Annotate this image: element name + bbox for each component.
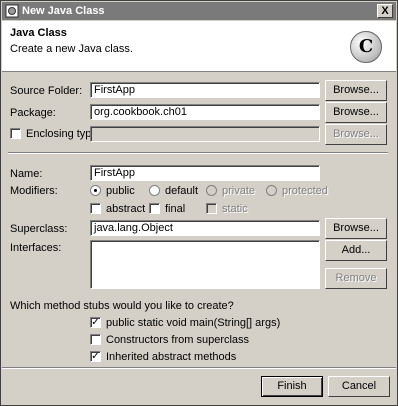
close-button[interactable]: X — [377, 4, 393, 18]
source-folder-label: Source Folder: — [10, 85, 83, 97]
separator — [8, 152, 388, 154]
main-stub-checkbox[interactable]: ✓ — [90, 317, 101, 328]
package-label: Package: — [10, 107, 56, 119]
stubs-question: Which method stubs would you like to cre… — [10, 300, 234, 312]
superclass-browse-button[interactable]: Browse... — [325, 218, 387, 239]
add-interface-button[interactable]: Add... — [325, 240, 387, 261]
private-radio[interactable] — [206, 185, 217, 196]
main-stub-label: public static void main(String[] args) — [106, 317, 281, 329]
name-field[interactable]: FirstApp — [90, 165, 320, 181]
cancel-button[interactable]: Cancel — [328, 376, 390, 397]
private-label: private — [222, 185, 256, 197]
title-bar[interactable]: New Java Class X — [2, 2, 396, 20]
enclosing-type-field[interactable] — [90, 126, 320, 142]
footer-separator — [2, 367, 396, 369]
page-title: Java Class — [10, 27, 67, 39]
source-folder-browse-button[interactable]: Browse... — [325, 80, 387, 101]
dialog-window: New Java Class X Java Class Create a new… — [0, 0, 398, 406]
package-field[interactable]: org.cookbook.ch01 — [90, 104, 320, 120]
superclass-label: Superclass: — [10, 223, 68, 235]
inherited-stub-label: Inherited abstract methods — [106, 351, 237, 363]
modifiers-label: Modifiers: — [10, 185, 58, 197]
inherited-stub-checkbox[interactable]: ✓ — [90, 351, 101, 362]
protected-label: protected — [282, 185, 328, 197]
static-label: static — [222, 203, 248, 215]
constructors-stub-checkbox[interactable] — [90, 334, 101, 345]
superclass-field[interactable]: java.lang.Object — [90, 220, 320, 236]
wizard-header: Java Class Create a new Java class. C — [2, 21, 396, 72]
source-folder-field[interactable]: FirstApp — [90, 82, 320, 98]
name-label: Name: — [10, 168, 43, 180]
interfaces-list[interactable] — [90, 240, 320, 289]
constructors-stub-label: Constructors from superclass — [106, 334, 250, 346]
window-title: New Java Class — [22, 5, 105, 17]
remove-interface-button[interactable]: Remove — [325, 268, 387, 289]
new-class-icon — [5, 4, 19, 18]
interfaces-label: Interfaces: — [10, 242, 62, 254]
final-checkbox[interactable] — [149, 203, 160, 214]
protected-radio[interactable] — [266, 185, 277, 196]
default-radio[interactable] — [149, 185, 160, 196]
default-label: default — [165, 185, 199, 197]
abstract-label: abstract — [106, 203, 146, 215]
page-description: Create a new Java class. — [10, 43, 133, 55]
finish-button[interactable]: Finish — [261, 376, 323, 397]
final-label: final — [165, 203, 186, 215]
enclosing-type-browse-button[interactable]: Browse... — [325, 124, 387, 145]
enclosing-type-checkbox[interactable] — [10, 128, 21, 139]
public-label: public — [106, 185, 135, 197]
abstract-checkbox[interactable] — [90, 203, 101, 214]
package-browse-button[interactable]: Browse... — [325, 102, 387, 123]
java-class-logo-icon: C — [350, 31, 382, 63]
static-checkbox[interactable] — [206, 203, 217, 214]
public-radio[interactable] — [90, 185, 101, 196]
